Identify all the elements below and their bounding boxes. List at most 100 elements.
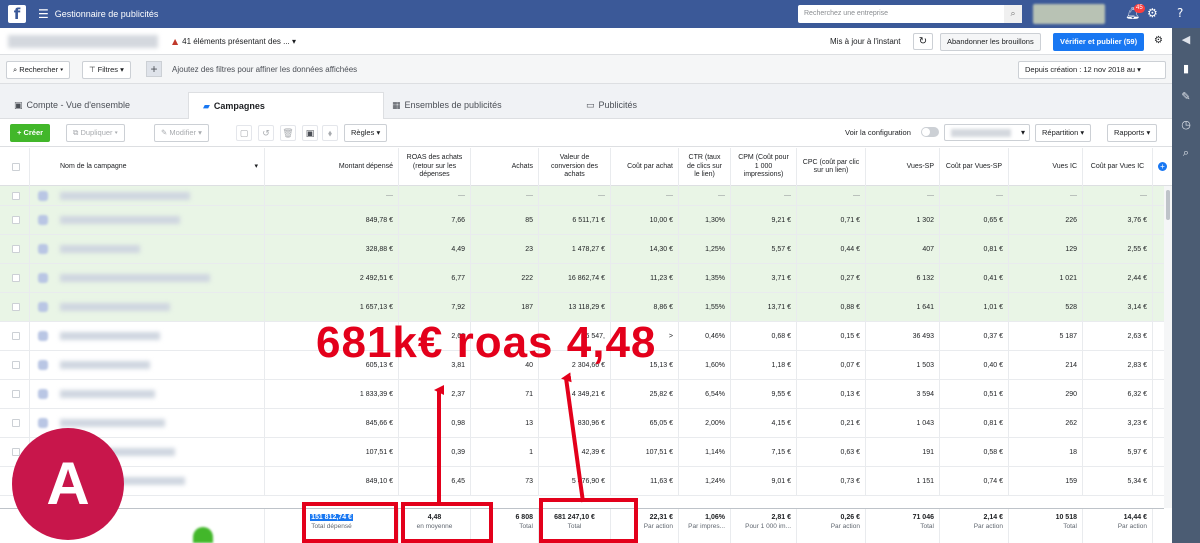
col-cpc[interactable]: CPC (coût par clic sur un lien): [797, 148, 866, 186]
total-value: 22,31 €: [649, 514, 673, 521]
campaign-name-cell[interactable]: [30, 322, 265, 350]
table-cell: 1,30%: [679, 206, 731, 234]
col-cpm[interactable]: CPM (Coût pour 1 000 impressions): [731, 148, 797, 186]
pencil-icon[interactable]: ✎: [1178, 89, 1194, 105]
campaign-name-cell[interactable]: [30, 264, 265, 292]
table-cell: 25,82 €: [611, 380, 679, 408]
reports-button[interactable]: Rapports ▾: [1107, 124, 1158, 142]
total-value: 71 046: [912, 514, 934, 521]
select-all-checkbox[interactable]: [12, 163, 20, 171]
view-config-toggle[interactable]: [921, 127, 939, 137]
table-cell: 42,39 €: [539, 438, 611, 466]
col-cost-views-sp[interactable]: Coût par Vues-SP: [940, 148, 1009, 186]
create-button[interactable]: + Créer: [10, 124, 51, 142]
columns-selector[interactable]: ▾: [944, 124, 1030, 141]
row-checkbox[interactable]: [12, 303, 20, 311]
campaign-name-cell[interactable]: [30, 380, 265, 408]
breakdown-button[interactable]: Répartition ▾: [1035, 124, 1092, 142]
campaign-name-blurred: [60, 361, 150, 369]
selected-total-value[interactable]: 151 812,74 €: [310, 514, 353, 521]
menu-icon[interactable]: ☰: [38, 7, 49, 21]
campaign-name-cell[interactable]: [30, 235, 265, 263]
history-icon[interactable]: ◷: [1178, 117, 1194, 133]
total-cell: 6 808 Total: [471, 509, 539, 543]
col-views-sp[interactable]: Vues-SP: [866, 148, 940, 186]
col-roas[interactable]: ROAS des achats (retour sur les dépenses: [399, 148, 471, 186]
col-views-ic[interactable]: Vues IC: [1009, 148, 1083, 186]
warning-dropdown[interactable]: ▲ 41 éléments présentant des ... ▾: [172, 37, 296, 46]
table-row[interactable]: 1 833,39 €2,37 71 4 349,21 €25,82 €6,54% 9,…: [0, 380, 1164, 409]
add-filter-button[interactable]: +: [146, 61, 162, 77]
col-campaign-name[interactable]: Nom de la campagne ▾: [30, 148, 265, 186]
refresh-button[interactable]: ↻: [913, 33, 933, 50]
duplicate-button[interactable]: ⧉ Dupliquer ▾: [66, 124, 125, 142]
row-checkbox[interactable]: [12, 216, 20, 224]
table-row[interactable]: 107,51 €0,39 1 42,39 €107,51 €1,14% 7,15 €0…: [0, 438, 1164, 467]
facebook-logo-icon[interactable]: f: [8, 5, 26, 23]
account-selector[interactable]: [8, 35, 158, 48]
review-publish-button[interactable]: Vérifier et publier (59): [1053, 33, 1145, 51]
trash-icon[interactable]: 🗑︎: [280, 125, 296, 141]
row-checkbox[interactable]: [12, 332, 20, 340]
undo-icon[interactable]: ↺: [258, 125, 274, 141]
row-checkbox-cell: [0, 264, 30, 292]
row-checkbox[interactable]: [12, 419, 20, 427]
table-row[interactable]: — — — — — — — — — — — —: [0, 186, 1164, 206]
tab-campaigns[interactable]: ▰ Campagnes: [188, 92, 384, 119]
col-amount-spent[interactable]: Montant dépensé: [265, 148, 399, 186]
table-row[interactable]: 849,10 €6,45 73 5 476,90 €11,63 €1,24% 9,01…: [0, 467, 1164, 496]
view-config-label: Voir la configuration: [845, 128, 911, 137]
rules-button[interactable]: Règles ▾: [344, 124, 388, 142]
row-checkbox[interactable]: [12, 361, 20, 369]
table-row[interactable]: 328,88 €4,49 23 1 478,27 €14,30 €1,25% 5,57…: [0, 235, 1164, 264]
tab-ad-sets[interactable]: ▦ Ensembles de publicités: [378, 92, 568, 119]
tab-ads[interactable]: ▭ Publicités: [572, 92, 768, 119]
tag-icon[interactable]: ⬧: [322, 125, 338, 141]
col-ctr[interactable]: CTR (taux de clics sur le lien): [679, 148, 731, 186]
settings-gear-icon[interactable]: ⚙: [1154, 35, 1163, 46]
chart-icon[interactable]: ▮: [1178, 61, 1194, 77]
gear-icon[interactable]: ⚙: [1147, 6, 1158, 20]
col-cost-per-purchase[interactable]: Coût par achat: [611, 148, 679, 186]
last-updated: Mis à jour à l'instant: [830, 37, 901, 46]
date-range-picker[interactable]: Depuis création : 12 nov 2018 au ▾: [1018, 61, 1166, 79]
row-checkbox[interactable]: [12, 390, 20, 398]
filters-button[interactable]: ⊤ Filtres ▾: [82, 61, 131, 79]
col-conversion-value[interactable]: Valeur de conversion des achats: [539, 148, 611, 186]
row-checkbox[interactable]: [12, 191, 20, 200]
table-cell: 107,51 €: [611, 438, 679, 466]
table-cell: 0,13 €: [797, 380, 866, 408]
table-scrollbar[interactable]: [1164, 186, 1172, 508]
zoom-icon[interactable]: ⌕: [1178, 145, 1194, 161]
col-purchases[interactable]: Achats: [471, 148, 539, 186]
table-cell: 1,18 €: [731, 351, 797, 379]
collapse-icon[interactable]: ◀: [1178, 32, 1194, 48]
discard-drafts-button[interactable]: Abandonner les brouillons: [940, 33, 1041, 51]
table-row[interactable]: 2 492,51 €6,77 222 16 862,74 €11,23 €1,35%…: [0, 264, 1164, 293]
add-column-icon[interactable]: +: [1158, 162, 1167, 171]
campaign-name-cell[interactable]: [30, 293, 265, 321]
status-dot-icon: [193, 527, 213, 543]
business-search-input[interactable]: Recherchez une entreprise ⌕: [798, 5, 1022, 23]
total-label: Total: [920, 523, 934, 530]
table-row[interactable]: 845,66 €0,98 13 830,96 €65,05 €2,00% 4,15 €…: [0, 409, 1164, 438]
campaign-icon: [38, 302, 48, 312]
help-icon[interactable]: ?: [1177, 6, 1183, 20]
total-value[interactable]: 151 812,74 €: [265, 514, 398, 521]
ab-test-icon[interactable]: ▢: [236, 125, 252, 141]
tab-account-overview[interactable]: ▣ Compte - Vue d'ensemble: [0, 92, 188, 119]
search-icon[interactable]: ⌕: [1004, 5, 1022, 23]
preview-icon[interactable]: ▣: [302, 125, 318, 141]
filter-hint: Ajoutez des filtres pour affiner les don…: [172, 65, 358, 74]
campaign-name-cell[interactable]: [30, 206, 265, 234]
table-row[interactable]: 849,78 €7,66 85 6 511,71 €10,00 €1,30% 9,21…: [0, 206, 1164, 235]
account-avatar[interactable]: [1033, 4, 1105, 24]
app-title[interactable]: Gestionnaire de publicités: [55, 9, 159, 19]
row-checkbox[interactable]: [12, 245, 20, 253]
edit-button[interactable]: ✎ Modifier ▾: [154, 124, 209, 142]
row-checkbox[interactable]: [12, 274, 20, 282]
campaign-name-cell[interactable]: [30, 351, 265, 379]
campaign-name-cell[interactable]: [30, 186, 265, 205]
col-cost-views-ic[interactable]: Coût par Vues IC: [1083, 148, 1153, 186]
search-button[interactable]: ⌕ Rechercher ▾: [6, 61, 71, 79]
